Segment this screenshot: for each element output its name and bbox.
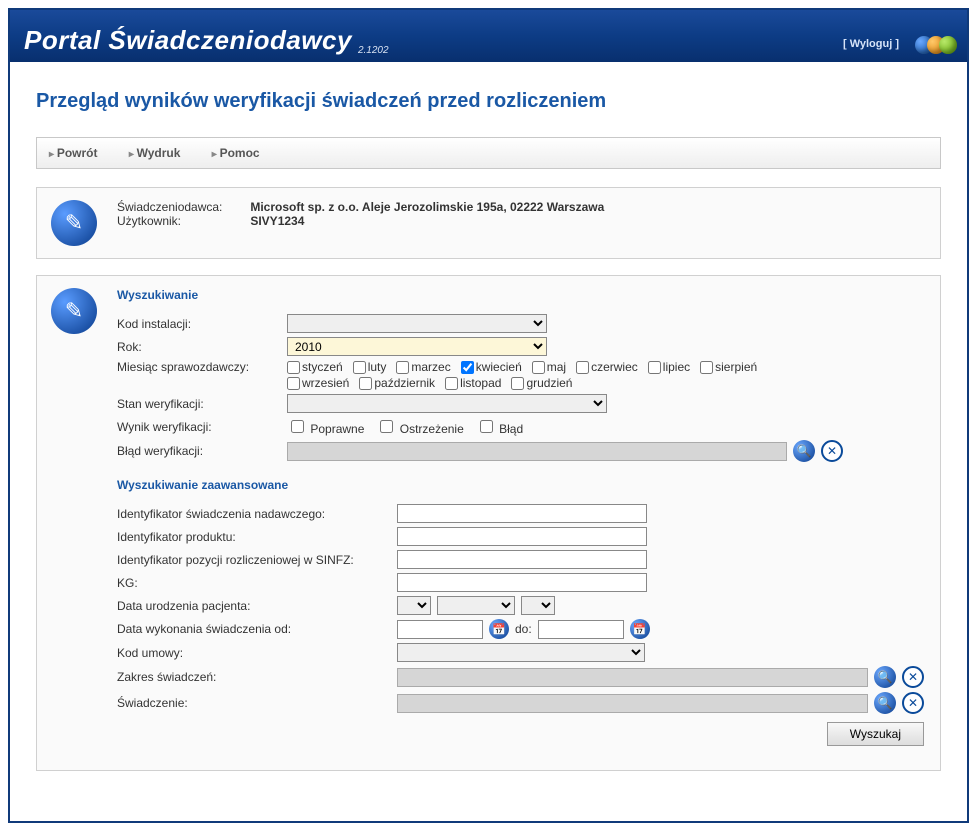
id-prod-label: Identyfikator produktu:: [117, 530, 397, 544]
month-checkbox[interactable]: [287, 377, 300, 390]
stan-select[interactable]: [287, 394, 607, 413]
toolbar-back[interactable]: Powrót: [49, 146, 97, 160]
lookup-icon[interactable]: 🔍: [793, 440, 815, 462]
month-option[interactable]: marzec: [396, 360, 450, 374]
kod-umowy-label: Kod umowy:: [117, 646, 397, 660]
month-checkbox[interactable]: [576, 361, 589, 374]
user-value: SIVY1234: [250, 214, 304, 228]
month-option[interactable]: lipiec: [648, 360, 690, 374]
rok-select[interactable]: 2010: [287, 337, 547, 356]
swiadczenie-input[interactable]: [397, 694, 868, 713]
provider-label: Świadczeniodawca:: [117, 200, 247, 214]
month-option[interactable]: sierpień: [700, 360, 757, 374]
date-to-input[interactable]: [538, 620, 624, 639]
month-option[interactable]: styczeń: [287, 360, 343, 374]
search-panel: ✎ Wyszukiwanie Kod instalacji: Rok: 2010…: [36, 275, 941, 771]
dob-month-select[interactable]: [437, 596, 515, 615]
id-swiad-label: Identyfikator świadczenia nadawczego:: [117, 507, 397, 521]
month-option[interactable]: listopad: [445, 376, 501, 390]
app-title: Portal Świadczeniodawcy: [24, 25, 352, 56]
clear-icon[interactable]: ✕: [902, 666, 924, 688]
month-option[interactable]: luty: [353, 360, 387, 374]
kod-instalacji-select[interactable]: [287, 314, 547, 333]
id-poz-label: Identyfikator pozycji rozliczeniowej w S…: [117, 553, 397, 567]
months-group: styczeń luty marzec kwiecień maj czerwie…: [287, 360, 767, 390]
wynik-label: Wynik weryfikacji:: [117, 420, 287, 434]
lookup-icon[interactable]: 🔍: [874, 692, 896, 714]
id-prod-input[interactable]: [397, 527, 647, 546]
miesiac-label: Miesiąc sprawozdawczy:: [117, 360, 287, 374]
provider-info-panel: ✎ Świadczeniodawca: Microsoft sp. z o.o.…: [36, 187, 941, 259]
date-from-input[interactable]: [397, 620, 483, 639]
month-checkbox[interactable]: [511, 377, 524, 390]
clear-icon[interactable]: ✕: [902, 692, 924, 714]
advanced-heading: Wyszukiwanie zaawansowane: [117, 478, 924, 492]
zakres-label: Zakres świadczeń:: [117, 670, 397, 684]
month-checkbox[interactable]: [396, 361, 409, 374]
month-checkbox[interactable]: [700, 361, 713, 374]
month-option[interactable]: czerwiec: [576, 360, 638, 374]
kod-instalacji-label: Kod instalacji:: [117, 317, 287, 331]
user-label: Użytkownik:: [117, 214, 247, 228]
page-title: Przegląd wyników weryfikacji świadczeń p…: [36, 90, 941, 113]
id-swiad-input[interactable]: [397, 504, 647, 523]
month-checkbox[interactable]: [287, 361, 300, 374]
wynik-poprawne-checkbox[interactable]: [291, 420, 304, 433]
kod-umowy-select[interactable]: [397, 643, 645, 662]
id-poz-input[interactable]: [397, 550, 647, 569]
month-checkbox[interactable]: [648, 361, 661, 374]
app-frame: Portal Świadczeniodawcy 2.1202 [ Wyloguj…: [8, 8, 969, 823]
kg-label: KG:: [117, 576, 397, 590]
month-checkbox[interactable]: [532, 361, 545, 374]
month-checkbox[interactable]: [445, 377, 458, 390]
brand-logo-icon: [921, 36, 957, 54]
toolbar-help[interactable]: Pomoc: [212, 146, 260, 160]
do-label: do:: [515, 622, 532, 636]
dob-year-select[interactable]: [521, 596, 555, 615]
calendar-from-icon[interactable]: 📅: [489, 619, 509, 639]
clear-icon[interactable]: ✕: [821, 440, 843, 462]
month-option[interactable]: wrzesień: [287, 376, 349, 390]
content: Przegląd wyników weryfikacji świadczeń p…: [10, 62, 967, 817]
data-wyk-label: Data wykonania świadczenia od:: [117, 622, 397, 636]
blad-input[interactable]: [287, 442, 787, 461]
search-button[interactable]: Wyszukaj: [827, 722, 924, 746]
month-checkbox[interactable]: [353, 361, 366, 374]
lookup-icon[interactable]: 🔍: [874, 666, 896, 688]
month-checkbox[interactable]: [461, 361, 474, 374]
month-option[interactable]: maj: [532, 360, 566, 374]
logout-link[interactable]: [ Wyloguj ]: [843, 38, 899, 50]
dob-day-select[interactable]: [397, 596, 431, 615]
kg-input[interactable]: [397, 573, 647, 592]
stan-label: Stan weryfikacji:: [117, 397, 287, 411]
month-checkbox[interactable]: [359, 377, 372, 390]
header: Portal Świadczeniodawcy 2.1202 [ Wyloguj…: [10, 10, 967, 62]
app-version: 2.1202: [358, 45, 389, 56]
wynik-ostrzezenie-checkbox[interactable]: [380, 420, 393, 433]
month-option[interactable]: październik: [359, 376, 435, 390]
toolbar-print[interactable]: Wydruk: [129, 146, 181, 160]
month-option[interactable]: kwiecień: [461, 360, 522, 374]
wynik-group: Poprawne Ostrzeżenie Błąd: [287, 417, 924, 436]
zakres-input[interactable]: [397, 668, 868, 687]
swiadczenie-label: Świadczenie:: [117, 696, 397, 710]
rok-label: Rok:: [117, 340, 287, 354]
edit-icon: ✎: [51, 288, 97, 334]
month-option[interactable]: grudzień: [511, 376, 572, 390]
document-icon: ✎: [51, 200, 97, 246]
data-ur-label: Data urodzenia pacjenta:: [117, 599, 397, 613]
wynik-blad-checkbox[interactable]: [480, 420, 493, 433]
blad-label: Błąd weryfikacji:: [117, 444, 287, 458]
provider-value: Microsoft sp. z o.o. Aleje Jerozolimskie…: [250, 200, 604, 214]
search-heading: Wyszukiwanie: [117, 288, 924, 302]
calendar-to-icon[interactable]: 📅: [630, 619, 650, 639]
toolbar: Powrót Wydruk Pomoc: [36, 137, 941, 169]
